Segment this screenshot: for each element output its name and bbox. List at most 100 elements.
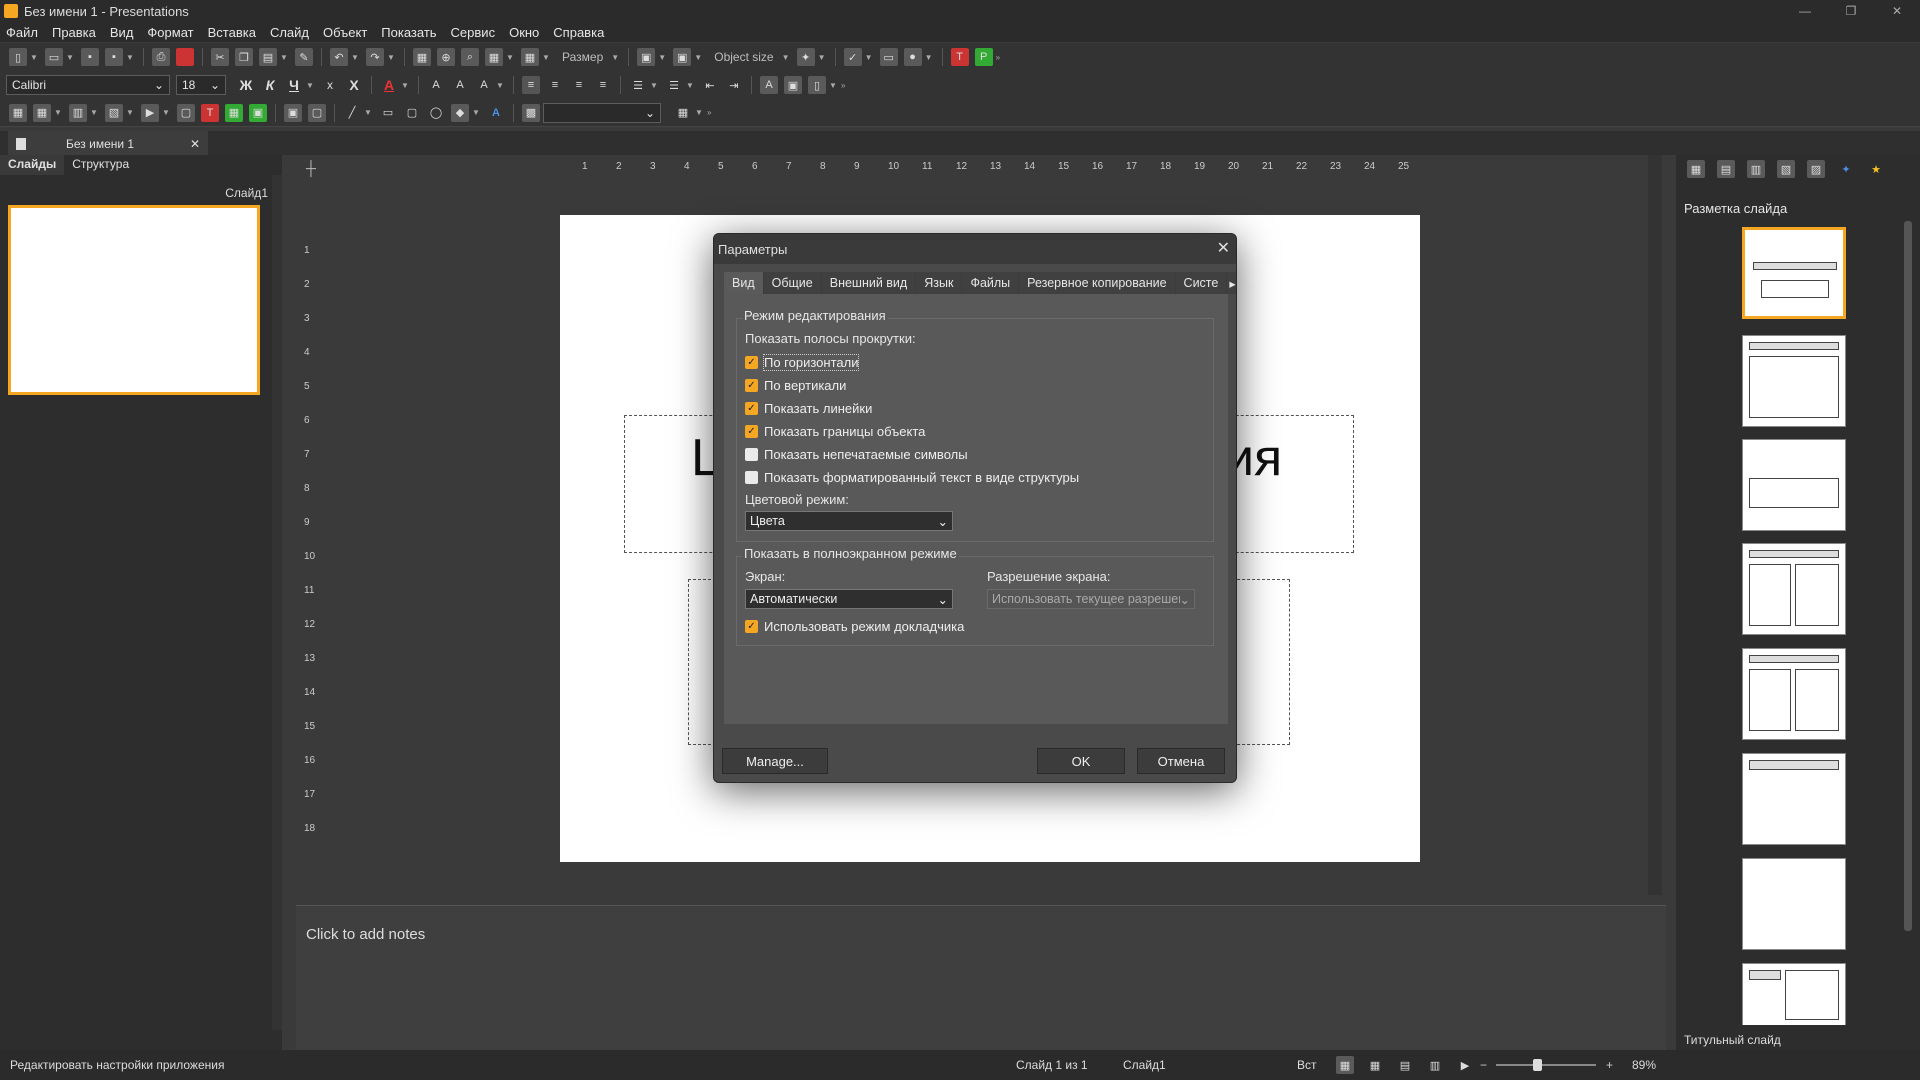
chevron-down-icon[interactable]: ▼: [782, 53, 790, 62]
font-name-combo[interactable]: Calibri ⌄: [6, 75, 170, 95]
close-window-button[interactable]: ✕: [1874, 0, 1920, 22]
font-color-button[interactable]: A: [380, 76, 398, 94]
zoom-slider[interactable]: [1496, 1064, 1596, 1066]
clear-format-icon[interactable]: x: [321, 76, 339, 94]
textmaker-object-icon[interactable]: T: [201, 103, 219, 122]
zoom-icon[interactable]: ⊕: [437, 48, 455, 66]
save-icon[interactable]: ▪: [81, 48, 99, 66]
tab-files[interactable]: Файлы: [962, 272, 1020, 294]
chevron-down-icon[interactable]: ▼: [364, 108, 372, 117]
textmaker-icon[interactable]: T: [950, 48, 969, 66]
chevron-down-icon[interactable]: ▼: [506, 53, 514, 62]
chevron-down-icon[interactable]: ▼: [126, 108, 134, 117]
menu-slide[interactable]: Слайд: [270, 25, 309, 40]
open-folder-icon[interactable]: ▭: [45, 48, 63, 66]
layout-title-only[interactable]: [1742, 753, 1846, 845]
page-icon[interactable]: ▯: [808, 76, 826, 94]
chevron-down-icon[interactable]: ▼: [695, 108, 703, 117]
save-all-icon[interactable]: ▪: [105, 48, 123, 66]
picture-icon[interactable]: ▧: [105, 103, 123, 122]
spellcheck-icon[interactable]: ✓: [843, 48, 862, 66]
autoshape-icon[interactable]: ◆: [451, 103, 469, 122]
size-dropdown[interactable]: Размер: [562, 50, 603, 64]
tab-appearance[interactable]: Внешний вид: [821, 272, 917, 294]
print-icon[interactable]: ⎙: [152, 48, 170, 66]
view-icon[interactable]: ▦: [413, 48, 431, 66]
chevron-down-icon[interactable]: ▼: [30, 53, 38, 62]
slideshow-icon[interactable]: ▶: [1456, 1056, 1474, 1074]
frame-icon[interactable]: ▢: [177, 103, 195, 122]
insert-table-icon[interactable]: ▦: [485, 48, 503, 66]
check-formatted-outline[interactable]: Показать форматированный текст в виде ст…: [745, 470, 1079, 485]
normal-view-icon[interactable]: ▦: [1336, 1056, 1354, 1074]
grid-icon[interactable]: ▦: [521, 48, 539, 66]
ellipse-icon[interactable]: ◯: [427, 104, 445, 122]
text-box-icon[interactable]: A: [760, 76, 778, 94]
undo-icon[interactable]: ↶: [330, 48, 348, 66]
chevron-down-icon[interactable]: ▼: [650, 81, 658, 90]
horizontal-ruler[interactable]: 1 2 3 4 5 6 7 8 9 10 11 12 13 14 15 16 17 18 19 20 21 22 23 24 2…: [558, 160, 1518, 176]
font-size-combo[interactable]: 18 ⌄: [176, 75, 226, 95]
planmaker-object-icon[interactable]: ▦: [225, 103, 243, 122]
layout-section-header[interactable]: [1742, 439, 1846, 531]
minimize-button[interactable]: —: [1782, 0, 1828, 22]
layout-title-slide[interactable]: [1742, 227, 1846, 319]
grow-font-icon[interactable]: A: [427, 76, 445, 94]
chevron-down-icon[interactable]: ▼: [829, 81, 837, 90]
decrease-indent-icon[interactable]: ⇤: [701, 76, 719, 94]
animation-icon[interactable]: ✦: [1837, 160, 1855, 178]
zoom-level[interactable]: 89%: [1632, 1058, 1656, 1072]
close-tab-icon[interactable]: ✕: [190, 137, 200, 151]
chevron-down-icon[interactable]: ▼: [280, 53, 288, 62]
char-spacing-icon[interactable]: A: [475, 76, 493, 94]
copy-icon[interactable]: ❐: [235, 48, 253, 66]
object-size-dropdown[interactable]: Object size: [714, 50, 773, 64]
check-nonprinting[interactable]: Показать непечатаемые символы: [745, 447, 968, 462]
checkbox-presenter[interactable]: ✓: [745, 620, 758, 633]
paste-icon[interactable]: ▤: [259, 48, 277, 66]
chevron-down-icon[interactable]: ▼: [401, 81, 409, 90]
group-icon[interactable]: ▣: [284, 103, 302, 122]
chevron-down-icon[interactable]: ▼: [925, 53, 933, 62]
menu-insert[interactable]: Вставка: [208, 25, 256, 40]
increase-indent-icon[interactable]: ⇥: [725, 76, 743, 94]
chevron-down-icon[interactable]: ▼: [162, 108, 170, 117]
layout-title-content[interactable]: [1742, 335, 1846, 427]
design-icon[interactable]: ▤: [1717, 160, 1735, 178]
checkbox-nonprinting[interactable]: [745, 448, 758, 461]
tab-structure[interactable]: Структура: [64, 155, 137, 175]
align-left-icon[interactable]: ≡: [522, 76, 540, 94]
menu-file[interactable]: Файл: [6, 25, 38, 40]
notes-view-icon[interactable]: ▤: [1396, 1056, 1414, 1074]
check-presenter[interactable]: ✓ Использовать режим докладчика: [745, 619, 964, 634]
checkbox-horizontal[interactable]: ✓: [745, 356, 758, 369]
layout-content-caption[interactable]: [1742, 963, 1846, 1025]
tab-view[interactable]: Вид: [724, 272, 764, 294]
ok-button[interactable]: OK: [1037, 748, 1125, 774]
chevron-down-icon[interactable]: ▼: [686, 81, 694, 90]
chevron-down-icon[interactable]: ▼: [496, 81, 504, 90]
handout-view-icon[interactable]: ▥: [1426, 1056, 1444, 1074]
chart-object-icon[interactable]: ▣: [249, 103, 267, 122]
style-combo[interactable]: ⌄: [543, 102, 661, 123]
check-object-bounds[interactable]: ✓ Показать границы объекта: [745, 424, 925, 439]
tabs-scroll-right-icon[interactable]: ▸: [1227, 272, 1236, 294]
format-painter-icon[interactable]: ✎: [295, 48, 313, 66]
bold-button[interactable]: Ж: [237, 76, 255, 94]
check-vertical[interactable]: ✓ По вертикали: [745, 378, 846, 393]
menu-object[interactable]: Объект: [323, 25, 367, 40]
overflow-icon[interactable]: »: [996, 53, 1004, 62]
chevron-down-icon[interactable]: ▼: [66, 53, 74, 62]
editor-scrollbar[interactable]: [1648, 155, 1662, 895]
chart-icon[interactable]: ▥: [69, 103, 87, 122]
chevron-down-icon[interactable]: ▼: [658, 53, 666, 62]
chevron-down-icon[interactable]: ▼: [472, 108, 480, 117]
pdf-icon[interactable]: [176, 48, 194, 66]
ungroup-icon[interactable]: ▢: [308, 103, 326, 122]
notes-pane[interactable]: Click to add notes: [296, 905, 1666, 1050]
align-right-icon[interactable]: ≡: [570, 76, 588, 94]
background-icon[interactable]: ▧: [1777, 160, 1795, 178]
presentations-icon[interactable]: P: [974, 48, 993, 66]
table-icon[interactable]: ▦: [33, 103, 51, 122]
close-icon[interactable]: ✕: [1217, 238, 1230, 258]
